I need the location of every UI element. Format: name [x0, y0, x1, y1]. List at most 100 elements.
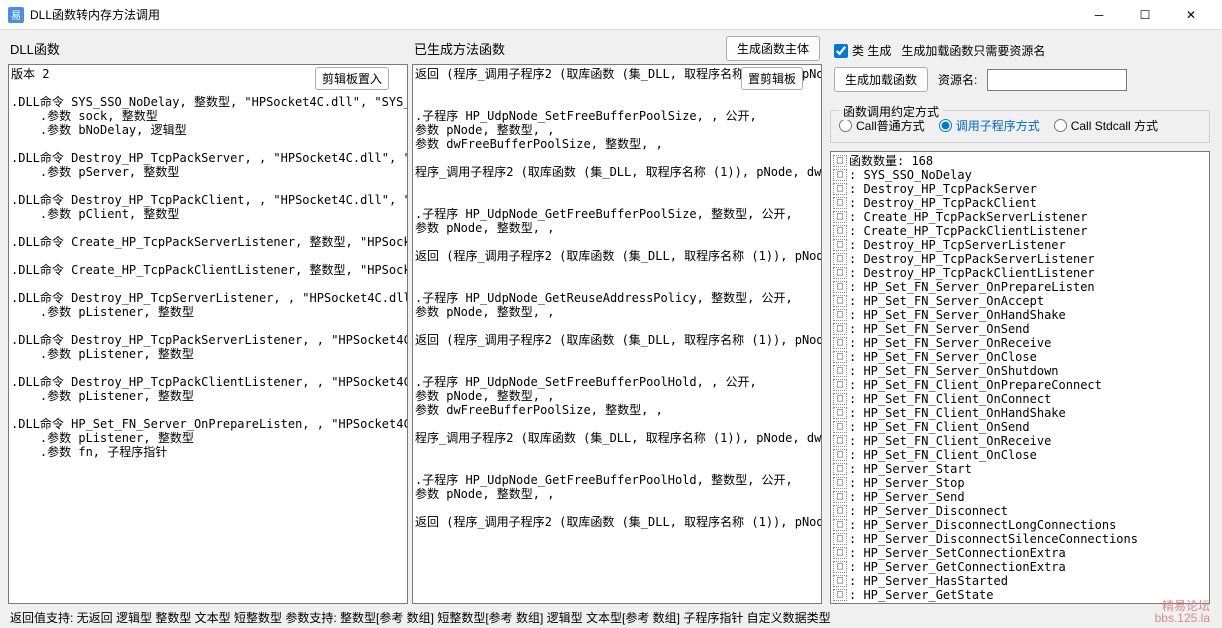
function-list-item[interactable]: □: HP_Set_FN_Server_OnClose	[833, 350, 1207, 364]
statusbar-text: 返回值支持: 无返回 逻辑型 整数型 文本型 短整数型 参数支持: 整数型[参考…	[10, 609, 831, 626]
list-item-icon: □	[833, 547, 847, 559]
middle-panel: 已生成方法函数 生成函数主体 置剪辑板	[412, 36, 822, 604]
class-generate-checkbox-wrap[interactable]: 类 生成	[834, 42, 891, 59]
function-list-item[interactable]: □: HP_Set_FN_Server_OnPrepareListen	[833, 280, 1207, 294]
load-function-hint: 生成加载函数只需要资源名	[901, 42, 1045, 59]
list-item-icon: □	[833, 435, 847, 447]
function-list-item[interactable]: □: Create_HP_TcpPackClientListener	[833, 224, 1207, 238]
generate-load-function-button[interactable]: 生成加载函数	[834, 67, 928, 92]
list-item-icon: □	[833, 155, 847, 167]
list-item-icon: □	[833, 393, 847, 405]
statusbar: 返回值支持: 无返回 逻辑型 整数型 文本型 短整数型 参数支持: 整数型[参考…	[0, 606, 1222, 628]
watermark: 精易论坛 bbs.125.la	[1155, 600, 1210, 624]
function-list-item[interactable]: □: HP_Server_SetConnectionExtra	[833, 546, 1207, 560]
class-generate-checkbox[interactable]	[834, 44, 848, 58]
function-list-item[interactable]: □: HP_Server_GetConnectionExtra	[833, 560, 1207, 574]
radio-call-stdcall[interactable]: Call Stdcall 方式	[1054, 117, 1158, 134]
function-list-item[interactable]: □: HP_Set_FN_Client_OnConnect	[833, 392, 1207, 406]
list-item-icon: □	[833, 491, 847, 503]
function-list-item[interactable]: □: HP_Set_FN_Server_OnShutdown	[833, 364, 1207, 378]
radio-call-stdcall-input[interactable]	[1054, 119, 1067, 132]
function-list-item[interactable]: □: HP_Set_FN_Client_OnHandShake	[833, 406, 1207, 420]
function-list-item[interactable]: □: HP_Set_FN_Client_OnClose	[833, 448, 1207, 462]
titlebar: 易 DLL函数转内存方法调用 ─ ☐ ✕	[0, 0, 1222, 30]
resource-name-input[interactable]	[987, 69, 1127, 91]
clipboard-import-button[interactable]: 剪辑板置入	[315, 67, 389, 90]
list-item-icon: □	[833, 183, 847, 195]
list-item-icon: □	[833, 379, 847, 391]
list-item-icon: □	[833, 561, 847, 573]
groupbox-title: 函数调用约定方式	[839, 103, 943, 120]
list-item-icon: □	[833, 295, 847, 307]
resource-name-label: 资源名:	[938, 71, 977, 88]
window-title: DLL函数转内存方法调用	[30, 6, 1076, 23]
generate-function-body-button[interactable]: 生成函数主体	[726, 36, 820, 61]
list-item-icon: □	[833, 533, 847, 545]
list-item-icon: □	[833, 351, 847, 363]
function-list-item[interactable]: □: HP_Server_Send	[833, 490, 1207, 504]
minimize-button[interactable]: ─	[1076, 0, 1122, 30]
mid-header-label: 已生成方法函数	[414, 39, 505, 58]
right-panel: 类 生成 生成加载函数只需要资源名 生成加载函数 资源名: 函数调用约定方式 C…	[826, 36, 1214, 604]
function-list-item[interactable]: □: Create_HP_TcpPackServerListener	[833, 210, 1207, 224]
list-item-icon: □	[833, 365, 847, 377]
function-list-item[interactable]: □: HP_Set_FN_Server_OnHandShake	[833, 308, 1207, 322]
function-list-item[interactable]: □: Destroy_HP_TcpPackClient	[833, 196, 1207, 210]
list-item-icon: □	[833, 169, 847, 181]
list-item-icon: □	[833, 575, 847, 587]
function-list-item[interactable]: □: Destroy_HP_TcpPackServerListener	[833, 252, 1207, 266]
function-list-item[interactable]: □: Destroy_HP_TcpPackClientListener	[833, 266, 1207, 280]
list-item-icon: □	[833, 603, 847, 604]
radio-call-subroutine[interactable]: 调用子程序方式	[939, 117, 1040, 134]
function-count-line: □函数数量: 168	[833, 154, 1207, 168]
function-list-item[interactable]: □: HP_Set_FN_Server_OnAccept	[833, 294, 1207, 308]
function-list-item[interactable]: □: HP_Set_FN_Server_OnSend	[833, 322, 1207, 336]
radio-call-subroutine-label: 调用子程序方式	[956, 117, 1040, 134]
radio-call-stdcall-label: Call Stdcall 方式	[1071, 117, 1158, 134]
list-item-icon: □	[833, 589, 847, 601]
function-list-item[interactable]: □: HP_Server_Stop	[833, 476, 1207, 490]
class-generate-label: 类 生成	[852, 42, 891, 59]
watermark-line2: bbs.125.la	[1155, 612, 1210, 624]
list-item-icon: □	[833, 281, 847, 293]
close-button[interactable]: ✕	[1168, 0, 1214, 30]
list-item-icon: □	[833, 477, 847, 489]
dll-functions-textarea[interactable]	[9, 65, 407, 603]
list-item-icon: □	[833, 267, 847, 279]
list-item-icon: □	[833, 323, 847, 335]
function-list-item[interactable]: □: HP_Server_HasStarted	[833, 574, 1207, 588]
app-icon: 易	[8, 7, 24, 23]
function-list-item[interactable]: □: HP_Set_FN_Client_OnSend	[833, 420, 1207, 434]
list-item-icon: □	[833, 239, 847, 251]
list-item-icon: □	[833, 211, 847, 223]
generated-methods-textarea[interactable]	[413, 65, 821, 603]
function-list-item[interactable]: □: HP_Server_GetLastError	[833, 602, 1207, 604]
list-item-icon: □	[833, 225, 847, 237]
function-list-item[interactable]: □: HP_Server_DisconnectLongConnections	[833, 518, 1207, 532]
function-list-item[interactable]: □: HP_Server_GetState	[833, 588, 1207, 602]
function-list-item[interactable]: □: HP_Set_FN_Client_OnReceive	[833, 434, 1207, 448]
list-item-icon: □	[833, 197, 847, 209]
function-listbox[interactable]: □函数数量: 168□: SYS_SSO_NoDelay□: Destroy_H…	[830, 151, 1210, 604]
list-item-icon: □	[833, 463, 847, 475]
function-list-item[interactable]: □: HP_Server_Start	[833, 462, 1207, 476]
maximize-button[interactable]: ☐	[1122, 0, 1168, 30]
list-item-icon: □	[833, 407, 847, 419]
function-list-item[interactable]: □: HP_Set_FN_Server_OnReceive	[833, 336, 1207, 350]
list-item-icon: □	[833, 519, 847, 531]
radio-call-subroutine-input[interactable]	[939, 119, 952, 132]
list-item-icon: □	[833, 421, 847, 433]
function-list-item[interactable]: □: SYS_SSO_NoDelay	[833, 168, 1207, 182]
list-item-icon: □	[833, 309, 847, 321]
function-list-item[interactable]: □: HP_Set_FN_Client_OnPrepareConnect	[833, 378, 1207, 392]
list-item-icon: □	[833, 505, 847, 517]
function-list-item[interactable]: □: HP_Server_DisconnectSilenceConnection…	[833, 532, 1207, 546]
function-list-item[interactable]: □: Destroy_HP_TcpServerListener	[833, 238, 1207, 252]
function-list-item[interactable]: □: HP_Server_Disconnect	[833, 504, 1207, 518]
radio-call-normal-input[interactable]	[839, 119, 852, 132]
left-header-label: DLL函数	[10, 39, 60, 58]
list-item-icon: □	[833, 337, 847, 349]
function-list-item[interactable]: □: Destroy_HP_TcpPackServer	[833, 182, 1207, 196]
clipboard-export-button[interactable]: 置剪辑板	[741, 67, 803, 90]
window-controls: ─ ☐ ✕	[1076, 0, 1214, 30]
